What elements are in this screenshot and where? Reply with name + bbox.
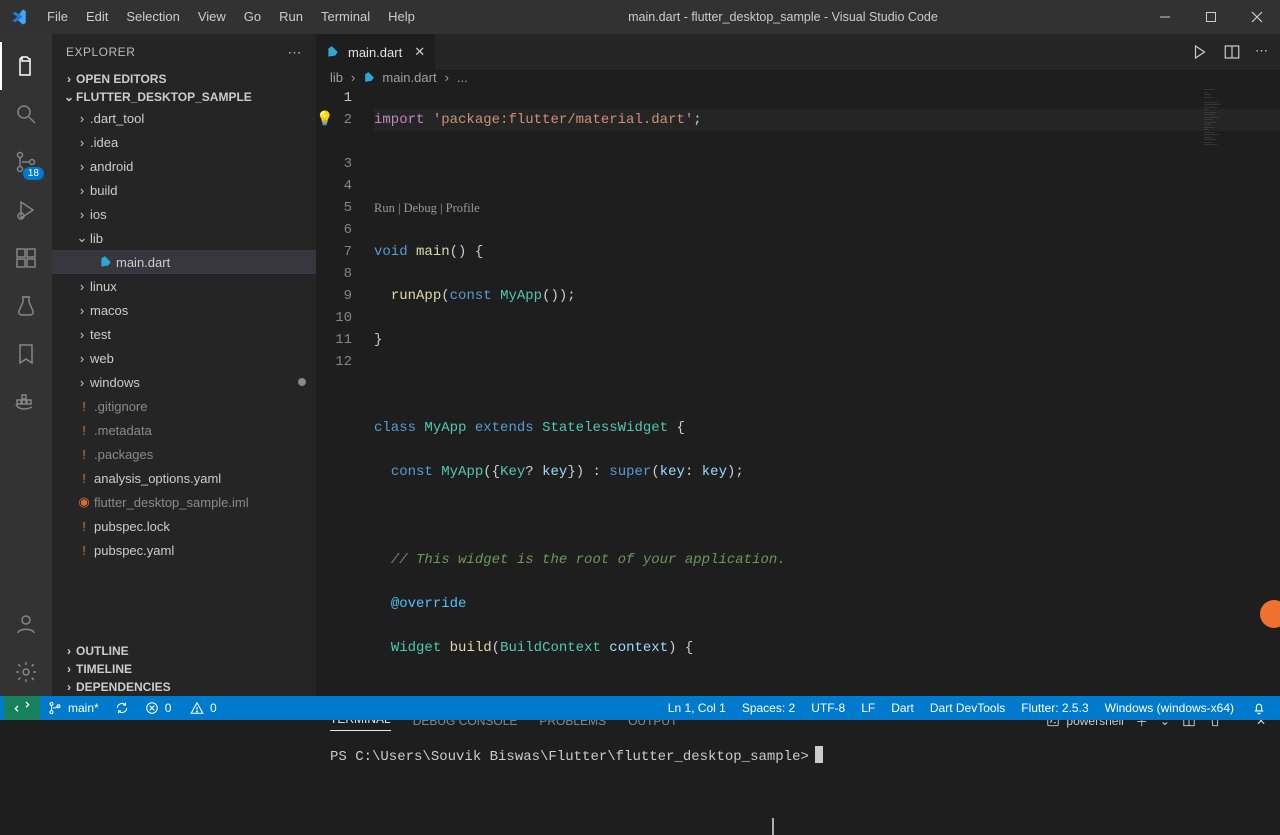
project-section[interactable]: ⌄FLUTTER_DESKTOP_SAMPLE xyxy=(52,88,316,106)
activity-bar: 18 xyxy=(0,34,52,696)
folder-android[interactable]: ›android xyxy=(52,154,316,178)
extensions-icon[interactable] xyxy=(0,234,52,282)
file-main-dart[interactable]: main.dart xyxy=(52,250,316,274)
file-pubspec-yaml[interactable]: !pubspec.yaml xyxy=(52,538,316,562)
timeline-section[interactable]: ›TIMELINE xyxy=(52,660,316,678)
testing-icon[interactable] xyxy=(0,282,52,330)
menu-help[interactable]: Help xyxy=(379,0,424,34)
folder-macos[interactable]: ›macos xyxy=(52,298,316,322)
menu-edit[interactable]: Edit xyxy=(77,0,117,34)
minimize-icon[interactable] xyxy=(1142,0,1188,34)
settings-gear-icon[interactable] xyxy=(0,648,52,696)
folder-lib[interactable]: ⌄lib xyxy=(52,226,316,250)
source-control-icon[interactable]: 18 xyxy=(0,138,52,186)
menu-terminal[interactable]: Terminal xyxy=(312,0,379,34)
code-content[interactable]: import 'package:flutter/material.dart'; … xyxy=(374,85,1280,703)
status-problems[interactable]: 0 0 xyxy=(137,696,225,720)
breadcrumb[interactable]: lib› main.dart ›... xyxy=(316,70,1280,85)
menu-go[interactable]: Go xyxy=(235,0,270,34)
docker-icon[interactable] xyxy=(0,378,52,426)
menu-view[interactable]: View xyxy=(189,0,235,34)
terminal-prompt: PS C:\Users\Souvik Biswas\Flutter\flutte… xyxy=(330,749,809,765)
status-sync[interactable] xyxy=(107,696,137,720)
title-bar: File Edit Selection View Go Run Terminal… xyxy=(0,0,1280,34)
explorer-sidebar: EXPLORER ⋯ ›OPEN EDITORS ⌄FLUTTER_DESKTO… xyxy=(52,34,316,696)
scm-badge: 18 xyxy=(23,167,44,180)
dependencies-section[interactable]: ›DEPENDENCIES xyxy=(52,678,316,696)
folder-windows[interactable]: ›windows xyxy=(52,370,316,394)
folder-build[interactable]: ›build xyxy=(52,178,316,202)
folder-web[interactable]: ›web xyxy=(52,346,316,370)
tab-label: main.dart xyxy=(348,45,402,60)
outline-section[interactable]: ›OUTLINE xyxy=(52,642,316,660)
folder-linux[interactable]: ›linux xyxy=(52,274,316,298)
folder-idea[interactable]: ›.idea xyxy=(52,130,316,154)
menu-selection[interactable]: Selection xyxy=(117,0,188,34)
file-packages[interactable]: !.packages xyxy=(52,442,316,466)
file-gitignore[interactable]: !.gitignore xyxy=(52,394,316,418)
vscode-logo-icon xyxy=(10,8,28,26)
editor-more-icon[interactable]: ⋯ xyxy=(1255,43,1268,61)
floating-badge-icon[interactable] xyxy=(1260,600,1280,628)
file-metadata[interactable]: !.metadata xyxy=(52,418,316,442)
dart-file-icon xyxy=(96,255,116,269)
lightbulb-icon[interactable]: 💡 xyxy=(316,109,333,131)
split-editor-icon[interactable] xyxy=(1223,43,1241,61)
dart-file-icon xyxy=(326,45,340,59)
bookmark-icon[interactable] xyxy=(0,330,52,378)
file-iml[interactable]: ◉flutter_desktop_sample.iml xyxy=(52,490,316,514)
dart-file-icon: main.dart xyxy=(363,70,436,85)
menu-file[interactable]: File xyxy=(38,0,77,34)
editor-group: main.dart ✕ ⋯ lib› main.dart ›... 1 2 3 … xyxy=(316,34,1280,696)
sidebar-more-icon[interactable]: ⋯ xyxy=(288,44,303,61)
code-lens[interactable]: Run | Debug | Profile xyxy=(374,197,1280,219)
file-tree: ›.dart_tool ›.idea ›android ›build ›ios … xyxy=(52,106,316,642)
folder-dart-tool[interactable]: ›.dart_tool xyxy=(52,106,316,130)
window-controls xyxy=(1142,0,1280,34)
explorer-icon[interactable] xyxy=(0,42,52,90)
menu-bar: File Edit Selection View Go Run Terminal… xyxy=(38,0,424,34)
editor-tabs: main.dart ✕ ⋯ xyxy=(316,34,1280,70)
run-debug-icon[interactable] xyxy=(0,186,52,234)
status-branch[interactable]: main* xyxy=(40,696,107,720)
code-editor[interactable]: 1 2 3 4 5 6 7 8 9 10 11 12 import 'packa… xyxy=(316,85,1280,703)
file-analysis-options[interactable]: !analysis_options.yaml xyxy=(52,466,316,490)
search-icon[interactable] xyxy=(0,90,52,138)
text-caret-icon xyxy=(772,818,774,835)
sidebar-title: EXPLORER ⋯ xyxy=(52,34,316,70)
menu-run[interactable]: Run xyxy=(270,0,312,34)
terminal-content[interactable]: PS C:\Users\Souvik Biswas\Flutter\flutte… xyxy=(316,738,1280,773)
close-icon[interactable] xyxy=(1234,0,1280,34)
accounts-icon[interactable] xyxy=(0,600,52,648)
remote-indicator-icon[interactable] xyxy=(4,696,40,720)
folder-test[interactable]: ›test xyxy=(52,322,316,346)
modified-indicator-icon xyxy=(298,378,306,386)
window-title: main.dart - flutter_desktop_sample - Vis… xyxy=(424,10,1142,24)
run-config-icon[interactable] xyxy=(1191,43,1209,61)
tab-close-icon[interactable]: ✕ xyxy=(414,44,425,60)
terminal-cursor-icon xyxy=(815,746,823,763)
folder-ios[interactable]: ›ios xyxy=(52,202,316,226)
open-editors-section[interactable]: ›OPEN EDITORS xyxy=(52,70,316,88)
tab-main-dart[interactable]: main.dart ✕ xyxy=(316,34,435,70)
maximize-icon[interactable] xyxy=(1188,0,1234,34)
file-pubspec-lock[interactable]: !pubspec.lock xyxy=(52,514,316,538)
line-gutter: 1 2 3 4 5 6 7 8 9 10 11 12 xyxy=(316,85,374,703)
